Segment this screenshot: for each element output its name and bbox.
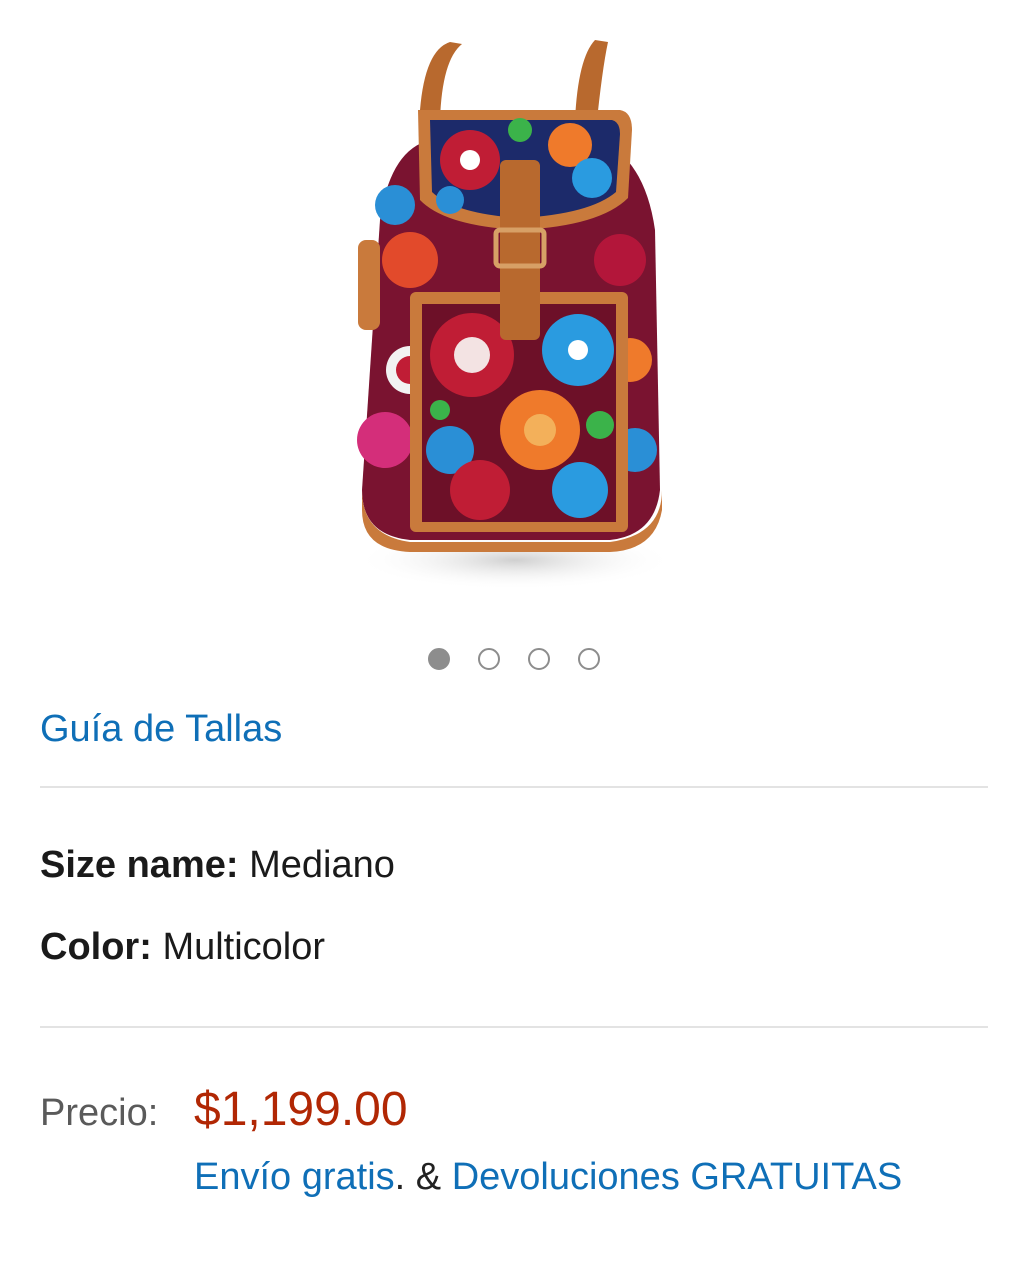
product-image[interactable] [350, 30, 680, 610]
free-shipping-link[interactable]: Envío gratis [194, 1156, 395, 1198]
color-row[interactable]: Color: Multicolor [40, 926, 325, 969]
color-label: Color: [40, 926, 152, 968]
size-name-label: Size name: [40, 844, 239, 886]
price-label: Precio: [40, 1092, 159, 1134]
carousel-dot-4[interactable] [578, 648, 600, 670]
shipping-period: . [394, 1156, 406, 1198]
backpack-illustration [355, 40, 675, 590]
shipping-info: Envío gratis. & Devoluciones GRATUITAS [194, 1156, 902, 1199]
price-row: Precio: $1,199.00 [40, 1082, 408, 1137]
free-returns-link[interactable]: Devoluciones GRATUITAS [452, 1156, 903, 1198]
ampersand: & [405, 1156, 452, 1198]
carousel-dots [0, 648, 1028, 670]
carousel-dot-3[interactable] [528, 648, 550, 670]
size-guide-link[interactable]: Guía de Tallas [40, 708, 282, 751]
color-value: Multicolor [162, 926, 326, 968]
size-name-row[interactable]: Size name: Mediano [40, 844, 395, 887]
price-value: $1,199.00 [194, 1083, 408, 1136]
size-name-value: Mediano [249, 844, 395, 886]
divider [40, 786, 988, 788]
carousel-dot-2[interactable] [478, 648, 500, 670]
carousel-dot-1[interactable] [428, 648, 450, 670]
divider [40, 1026, 988, 1028]
